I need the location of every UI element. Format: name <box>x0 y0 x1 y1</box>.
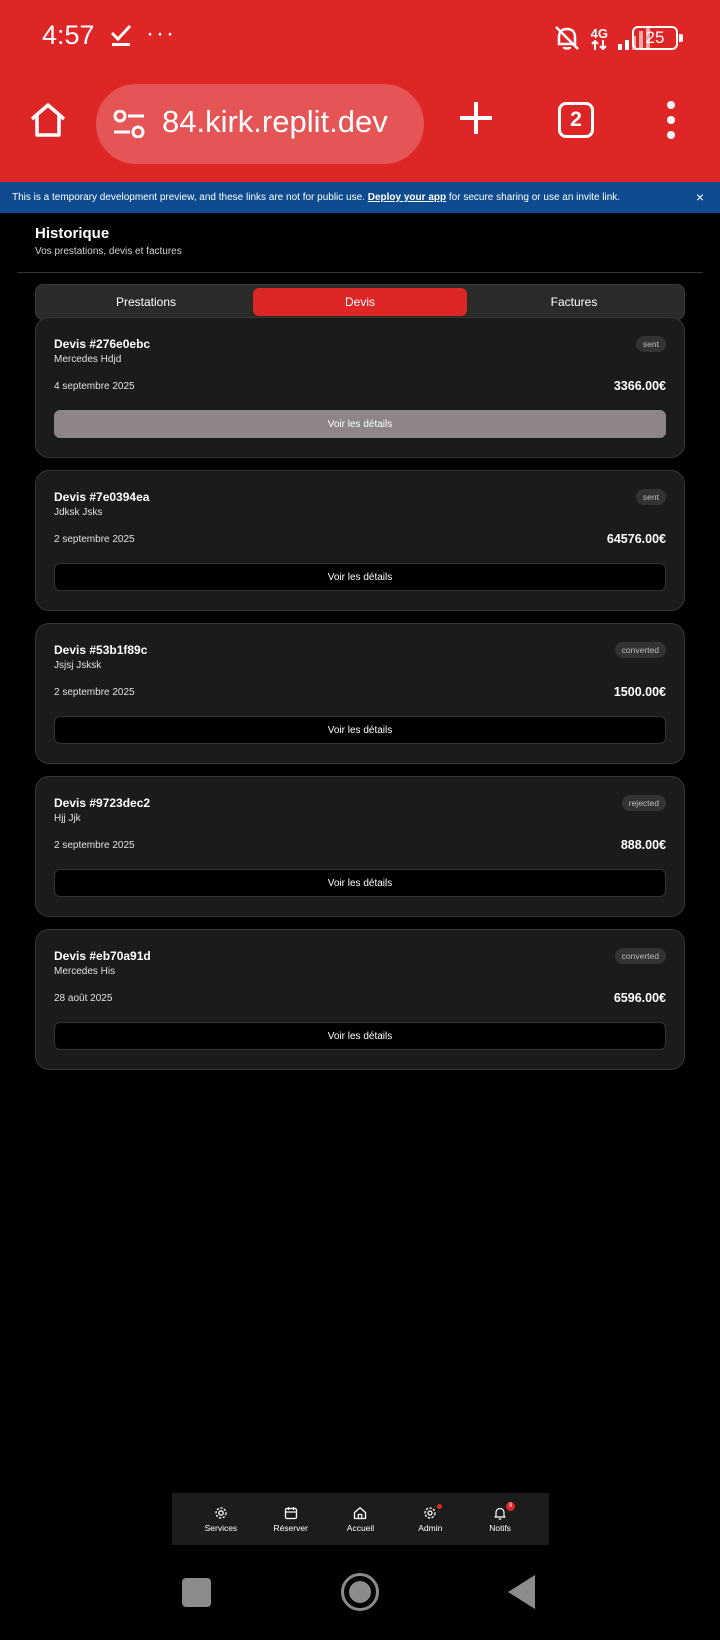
home-icon[interactable] <box>28 100 68 140</box>
url-text: 84.kirk.replit.dev <box>162 104 388 139</box>
quote-amount: 64576.00€ <box>606 532 666 546</box>
page-title: Historique <box>35 225 110 242</box>
home-icon <box>354 1506 367 1519</box>
check-icon <box>110 24 132 46</box>
view-details-button[interactable]: Voir les détails <box>54 1022 666 1050</box>
nav-label: Notifs <box>489 1522 511 1533</box>
deploy-link[interactable]: Deploy your app <box>368 192 446 203</box>
network-type: 4G <box>590 25 608 41</box>
nav-item-admin[interactable]: Admin <box>400 1503 460 1533</box>
quote-card: Devis #7e0394ea Jdksk Jsks sent 2 septem… <box>35 470 685 611</box>
system-nav-bar <box>0 1545 720 1640</box>
quote-card: Devis #53b1f89c Jsjsj Jsksk converted 2 … <box>35 623 685 764</box>
quote-client: Mercedes Hdjd <box>54 354 122 365</box>
quote-amount: 1500.00€ <box>613 685 666 699</box>
view-details-button[interactable]: Voir les détails <box>54 563 666 591</box>
bell-off-icon <box>554 26 579 50</box>
data-arrows-icon <box>591 39 608 50</box>
nav-label: Réserver <box>273 1522 308 1533</box>
quote-amount: 3366.00€ <box>613 379 666 393</box>
quote-date: 4 septembre 2025 <box>54 381 135 392</box>
banner-text-after: for secure sharing or use an invite link… <box>448 192 621 203</box>
tab-factures[interactable]: Factures <box>467 288 681 316</box>
quote-client: Mercedes His <box>54 966 116 977</box>
quote-client: Jsjsj Jsksk <box>54 660 102 671</box>
nav-item-reserver[interactable]: Réserver <box>261 1506 321 1533</box>
quote-title: Devis #53b1f89c <box>54 643 148 657</box>
quote-card: Devis #276e0ebc Mercedes Hdjd sent 4 sep… <box>35 317 685 458</box>
site-settings-icon[interactable] <box>112 110 146 138</box>
view-details-button[interactable]: Voir les détails <box>54 869 666 897</box>
nav-item-accueil[interactable]: Accueil <box>330 1506 390 1533</box>
status-badge: converted <box>614 642 666 658</box>
quote-amount: 888.00€ <box>620 838 666 852</box>
bell-icon <box>494 1507 506 1520</box>
quote-title: Devis #eb70a91d <box>54 949 151 963</box>
address-bar[interactable]: 84.kirk.replit.dev <box>96 84 424 164</box>
system-home-button[interactable] <box>341 1573 379 1611</box>
quote-card: Devis #eb70a91d Mercedes His converted 2… <box>35 929 685 1070</box>
more-menu-icon[interactable] <box>664 100 678 140</box>
dev-preview-banner: This is a temporary development preview,… <box>0 182 720 213</box>
quote-card: Devis #9723dec2 Hjj Jjk rejected 2 septe… <box>35 776 685 917</box>
quote-date: 2 septembre 2025 <box>54 534 135 545</box>
view-details-button[interactable]: Voir les détails <box>54 410 666 438</box>
quote-date: 2 septembre 2025 <box>54 840 135 851</box>
quote-client: Jdksk Jsks <box>54 507 103 518</box>
quote-date: 2 septembre 2025 <box>54 687 135 698</box>
status-time: 4:57 <box>42 20 95 50</box>
quote-title: Devis #7e0394ea <box>54 490 150 504</box>
quote-title: Devis #9723dec2 <box>54 796 151 810</box>
new-tab-icon[interactable] <box>458 100 494 136</box>
tab-devis[interactable]: Devis <box>253 288 467 316</box>
battery-level: 25 <box>645 28 665 47</box>
quote-title: Devis #276e0ebc <box>54 337 151 351</box>
more-notifications-icon: ··· <box>146 20 176 47</box>
banner-text: This is a temporary development preview,… <box>12 192 365 203</box>
close-icon[interactable]: × <box>696 182 704 213</box>
nav-item-notifs[interactable]: 9 Notifs <box>470 1501 530 1533</box>
back-button[interactable] <box>508 1575 535 1609</box>
quote-amount: 6596.00€ <box>613 991 666 1005</box>
nav-label: Services <box>204 1522 238 1533</box>
quote-date: 28 août 2025 <box>54 993 113 1004</box>
tab-prestations[interactable]: Prestations <box>39 288 253 316</box>
calendar-icon <box>284 1506 297 1519</box>
browser-toolbar: 84.kirk.replit.dev 2 <box>0 78 720 182</box>
tab-switcher-button[interactable]: 2 <box>558 102 594 138</box>
status-badge: converted <box>614 948 666 964</box>
quote-client: Hjj Jjk <box>54 813 81 824</box>
status-badge: rejected <box>621 795 666 811</box>
bottom-nav: Services Réserver Accueil Admin 9 Notifs <box>172 1493 549 1545</box>
nav-item-services[interactable]: Services <box>191 1506 251 1533</box>
notification-dot <box>437 1503 443 1509</box>
gear-icon <box>215 1506 227 1519</box>
page-header: Historique Vos prestations, devis et fac… <box>35 225 182 257</box>
nav-label: Accueil <box>346 1522 375 1533</box>
nav-label: Admin <box>418 1522 443 1533</box>
tab-count: 2 <box>570 108 582 131</box>
status-badge: sent <box>635 489 666 505</box>
history-tabs: Prestations Devis Factures <box>35 284 685 320</box>
notification-count: 9 <box>506 1501 516 1511</box>
view-details-button[interactable]: Voir les détails <box>54 716 666 744</box>
page-content: Historique Vos prestations, devis et fac… <box>0 213 720 1513</box>
battery-icon: 25 <box>632 26 683 50</box>
status-badge: sent <box>635 336 666 352</box>
divider <box>17 272 703 273</box>
recents-button[interactable] <box>182 1578 211 1607</box>
page-subtitle: Vos prestations, devis et factures <box>35 246 182 257</box>
settings-icon <box>424 1506 436 1519</box>
status-bar: 4:57 ··· 4G 25 <box>0 0 720 78</box>
